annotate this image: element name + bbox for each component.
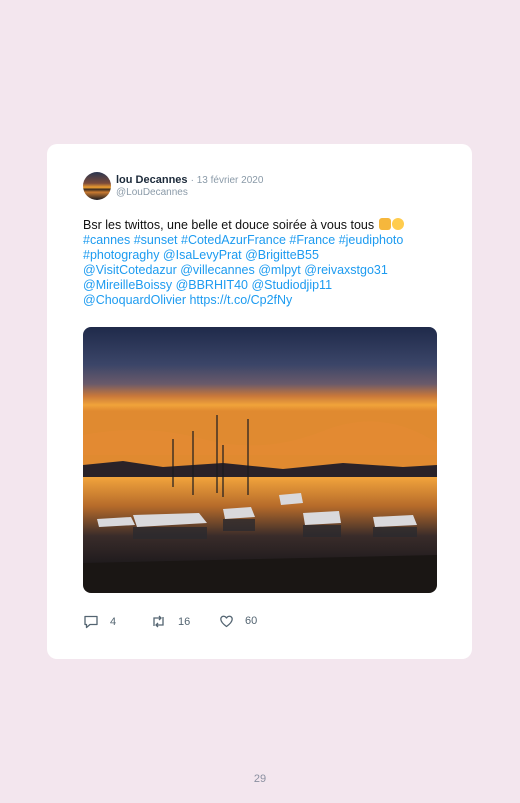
author-name[interactable]: lou Decannes bbox=[116, 174, 188, 186]
tweet-date[interactable]: · 13 février 2020 bbox=[191, 175, 264, 186]
tweet-card: lou Decannes · 13 février 2020 @LouDecan… bbox=[47, 144, 472, 659]
tweet-mentions-line-4[interactable]: @MireilleBoissy @BBRHIT40 @Studiodjip11 bbox=[83, 278, 332, 292]
retweet-button[interactable]: 16 bbox=[150, 614, 190, 629]
tweet-hashtags-line-1[interactable]: #cannes #sunset #CotedAzurFrance #France… bbox=[83, 233, 403, 247]
tweet-mentions-line-5[interactable]: @ChoquardOlivier https://t.co/Cp2fNy bbox=[83, 293, 292, 307]
winking-face-emoji bbox=[391, 218, 404, 230]
retweet-icon bbox=[153, 615, 164, 628]
like-count: 60 bbox=[245, 615, 258, 627]
heart-icon bbox=[220, 615, 233, 628]
reply-count: 4 bbox=[110, 615, 117, 628]
page-number: 29 bbox=[253, 773, 267, 785]
raising-hand-emoji bbox=[378, 218, 391, 230]
tweet-text-plain: Bsr les twittos, une belle et douce soir… bbox=[83, 218, 375, 232]
author-handle[interactable]: @LouDecannes bbox=[116, 187, 188, 198]
retweet-count: 16 bbox=[178, 615, 191, 628]
tweet-mentions-line-3[interactable]: @VisitCotedazur @villecannes @mlpyt @rei… bbox=[83, 263, 388, 277]
tweet-hashtags-line-2[interactable]: #photograghy @IsaLevyPrat @BrigitteB55 bbox=[83, 248, 319, 262]
avatar[interactable] bbox=[83, 172, 111, 200]
reply-button[interactable]: 4 bbox=[83, 614, 116, 629]
tweet-text: Bsr les twittos, une belle et douce soir… bbox=[83, 218, 443, 308]
reply-icon bbox=[84, 615, 98, 629]
sunset-harbor-photo[interactable] bbox=[83, 327, 437, 593]
author-line: lou Decannes · 13 février 2020 bbox=[116, 174, 263, 186]
like-button[interactable]: 60 bbox=[219, 614, 257, 628]
